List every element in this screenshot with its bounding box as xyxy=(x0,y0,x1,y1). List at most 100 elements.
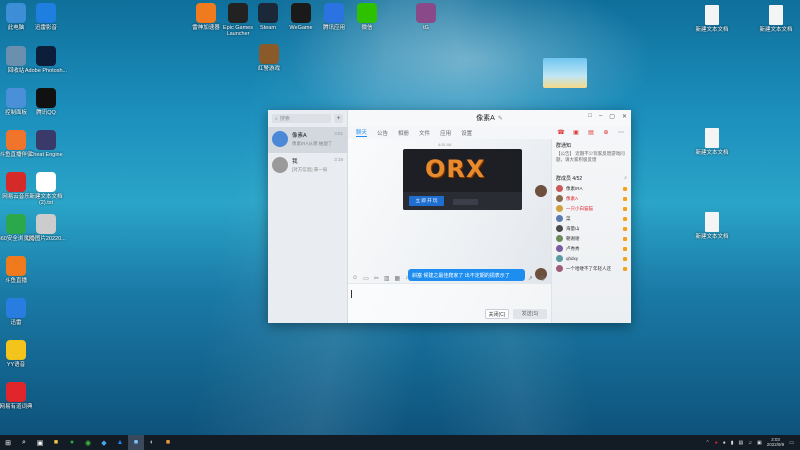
360-browser-icon[interactable]: ● xyxy=(64,435,80,450)
member-item[interactable]: 一只小白猫猫 xyxy=(552,204,631,214)
desktop-icon-label: 迅雷影音 xyxy=(34,25,57,31)
send-button[interactable]: 发送(S) xyxy=(513,309,547,319)
tab-settings[interactable]: 设置 xyxy=(461,129,472,137)
desktop-icon[interactable]: 斗鱼直播 xyxy=(0,256,40,284)
search-input[interactable]: ⌕ 搜索 xyxy=(272,114,331,123)
member-level-badge xyxy=(623,266,627,271)
xunlei-taskbar-icon[interactable]: ▲ xyxy=(112,435,128,450)
desktop-icon[interactable]: 新建文本文档 xyxy=(688,5,736,33)
desktop-icon[interactable]: 新建文本文档 xyxy=(688,212,736,240)
steam-taskbar-icon[interactable]: ◐ xyxy=(144,435,160,450)
desktop-icon[interactable]: Adobe Photosh... xyxy=(22,46,70,74)
text-file-icon xyxy=(705,5,719,25)
close-button[interactable]: 关闭(C) xyxy=(485,309,509,319)
desktop-icon-label: 斗鱼直播 xyxy=(4,278,27,284)
sticky-note-widget[interactable] xyxy=(543,58,587,88)
conversation-item[interactable]: 我 3:18 [对方信息] 来一局 xyxy=(268,153,347,179)
member-item[interactable]: 朝谢谢 xyxy=(552,234,631,244)
scissors-icon[interactable]: ✂ xyxy=(374,275,379,282)
tencent-app-icon xyxy=(324,3,344,23)
desktop-icon[interactable]: 红警游戏 xyxy=(245,44,293,72)
pin-icon[interactable]: □ xyxy=(588,113,592,120)
desktop-icon[interactable]: 网易有道词典 xyxy=(0,382,40,410)
member-item[interactable]: 像素IRA xyxy=(552,184,631,194)
desktop-icon[interactable]: 新建文本文档 xyxy=(752,5,800,33)
conversation-item[interactable]: 像素A 3:51 像素IRA从哪 抽烟了 xyxy=(268,127,347,153)
taskbar: ⊞ ⌕ ▣ ■ ● ◉ ◆ ▲ ■ ◐ ■ ⌃ ● ● ▮ ▤ ♫ ▣ 3:03… xyxy=(0,435,800,450)
conversation-time: 3:51 xyxy=(334,131,343,136)
desktop-icon[interactable]: 新建文本文档 (2).txt xyxy=(22,172,70,207)
members-title: 群成员 xyxy=(556,175,572,182)
member-item[interactable]: 一个哈喽不了年轻人还 xyxy=(552,264,631,274)
bell-icon[interactable]: ♪ xyxy=(405,275,408,282)
desktop-icon-label: 迅雷 xyxy=(10,320,22,326)
maximize-icon[interactable]: ▢ xyxy=(609,113,615,120)
qq-taskbar-icon[interactable]: ◆ xyxy=(96,435,112,450)
more-tools-icon[interactable]: ⋯ xyxy=(413,275,419,282)
desktop-icon-label: 红警游戏 xyxy=(257,66,280,72)
task-view-icon[interactable]: ▣ xyxy=(32,435,48,450)
history-icon[interactable]: ◷ xyxy=(540,275,545,282)
ime-icon[interactable]: ▣ xyxy=(757,440,762,446)
windows-start-icon[interactable]: ⊞ xyxy=(0,435,16,450)
desktop-icon[interactable]: Cheat Engine xyxy=(22,130,70,158)
folder-icon[interactable]: ▥ xyxy=(384,275,390,282)
desktop-icon[interactable]: tG xyxy=(402,3,450,31)
gif-icon[interactable]: ▭ xyxy=(363,275,369,282)
desktop-icon-label: 新建文本文档 xyxy=(695,150,729,156)
member-level-badge xyxy=(623,186,627,191)
emoji-icon[interactable]: ☺ xyxy=(352,275,358,282)
add-button[interactable]: + xyxy=(334,114,343,123)
image-icon[interactable]: ▦ xyxy=(395,275,401,282)
member-item[interactable]: 像素A xyxy=(552,194,631,204)
member-item[interactable]: 菜 xyxy=(552,214,631,224)
member-item[interactable]: qhdxy xyxy=(552,254,631,264)
file-explorer-icon[interactable]: ■ xyxy=(48,435,64,450)
member-name: 朝谢谢 xyxy=(566,235,580,241)
tab-chat[interactable]: 聊天 xyxy=(356,128,368,137)
member-item[interactable]: 海量山 xyxy=(552,224,631,234)
tray-app-icon[interactable]: ● xyxy=(715,440,718,446)
qq-chat-window[interactable]: ⌕ 搜索 + 像素A 3:51 像素IRA从哪 抽烟了 我 3:18 [对方信息… xyxy=(268,110,631,323)
desktop-icon[interactable]: 腾讯QQ xyxy=(22,88,70,116)
more-icon[interactable]: ⋯ xyxy=(617,128,625,136)
notification-icon[interactable]: ▭ xyxy=(789,440,794,446)
image-message[interactable]: ORX 立 即 开 玩 xyxy=(403,149,522,210)
tray-qq-icon[interactable]: ● xyxy=(723,440,726,446)
message-input[interactable]: 关闭(C) 发送(S) xyxy=(348,283,551,323)
xbox-icon[interactable]: ◉ xyxy=(80,435,96,450)
edit-icon[interactable]: ✎ xyxy=(498,115,503,122)
screen-share-icon[interactable]: ▤ xyxy=(587,128,595,136)
member-item[interactable]: 卢秀秀 xyxy=(552,244,631,254)
member-search-icon[interactable]: ⌕ xyxy=(624,175,627,182)
desktop-icon[interactable]: 迅雷影音 xyxy=(22,3,70,31)
xunlei-player-icon xyxy=(36,3,56,23)
desktop-icon[interactable]: QQ图片20220... xyxy=(22,214,70,242)
close-icon[interactable]: ✕ xyxy=(622,113,627,120)
phone-icon[interactable]: ☎ xyxy=(557,128,565,136)
add-member-icon[interactable]: ⊕ xyxy=(602,128,610,136)
search-icon[interactable]: ⌕ xyxy=(16,435,32,450)
tab-notice[interactable]: 公告 xyxy=(377,129,388,137)
tab-files[interactable]: 文件 xyxy=(419,129,430,137)
minimize-icon[interactable]: – xyxy=(599,113,602,120)
desktop-icon[interactable]: YY语音 xyxy=(0,340,40,368)
tray-usb-icon[interactable]: ▮ xyxy=(731,440,734,446)
tray-overflow-icon[interactable]: ⌃ xyxy=(705,440,709,446)
tab-apps[interactable]: 应用 xyxy=(440,129,451,137)
volume-icon[interactable]: ♫ xyxy=(748,440,752,446)
network-icon[interactable]: ▤ xyxy=(739,440,744,446)
member-name: qhdxy xyxy=(566,256,579,262)
desktop-icon[interactable]: 迅雷 xyxy=(0,298,40,326)
expand-icon[interactable]: ↗ xyxy=(528,275,533,282)
clock[interactable]: 3:03 2022/9/9 xyxy=(767,437,785,448)
leishen-icon xyxy=(196,3,216,23)
tab-album[interactable]: 相册 xyxy=(398,129,409,137)
game-taskbar-icon[interactable]: ■ xyxy=(160,435,176,450)
conversation-name: 像素A xyxy=(292,133,307,139)
qq-chat-taskbar-icon[interactable]: ■ xyxy=(128,435,144,450)
video-icon[interactable]: ▣ xyxy=(572,128,580,136)
search-placeholder: 搜索 xyxy=(279,116,290,122)
desktop-icon[interactable]: 新建文本文档 xyxy=(688,128,736,156)
desktop-icon[interactable]: 微信 xyxy=(343,3,391,31)
